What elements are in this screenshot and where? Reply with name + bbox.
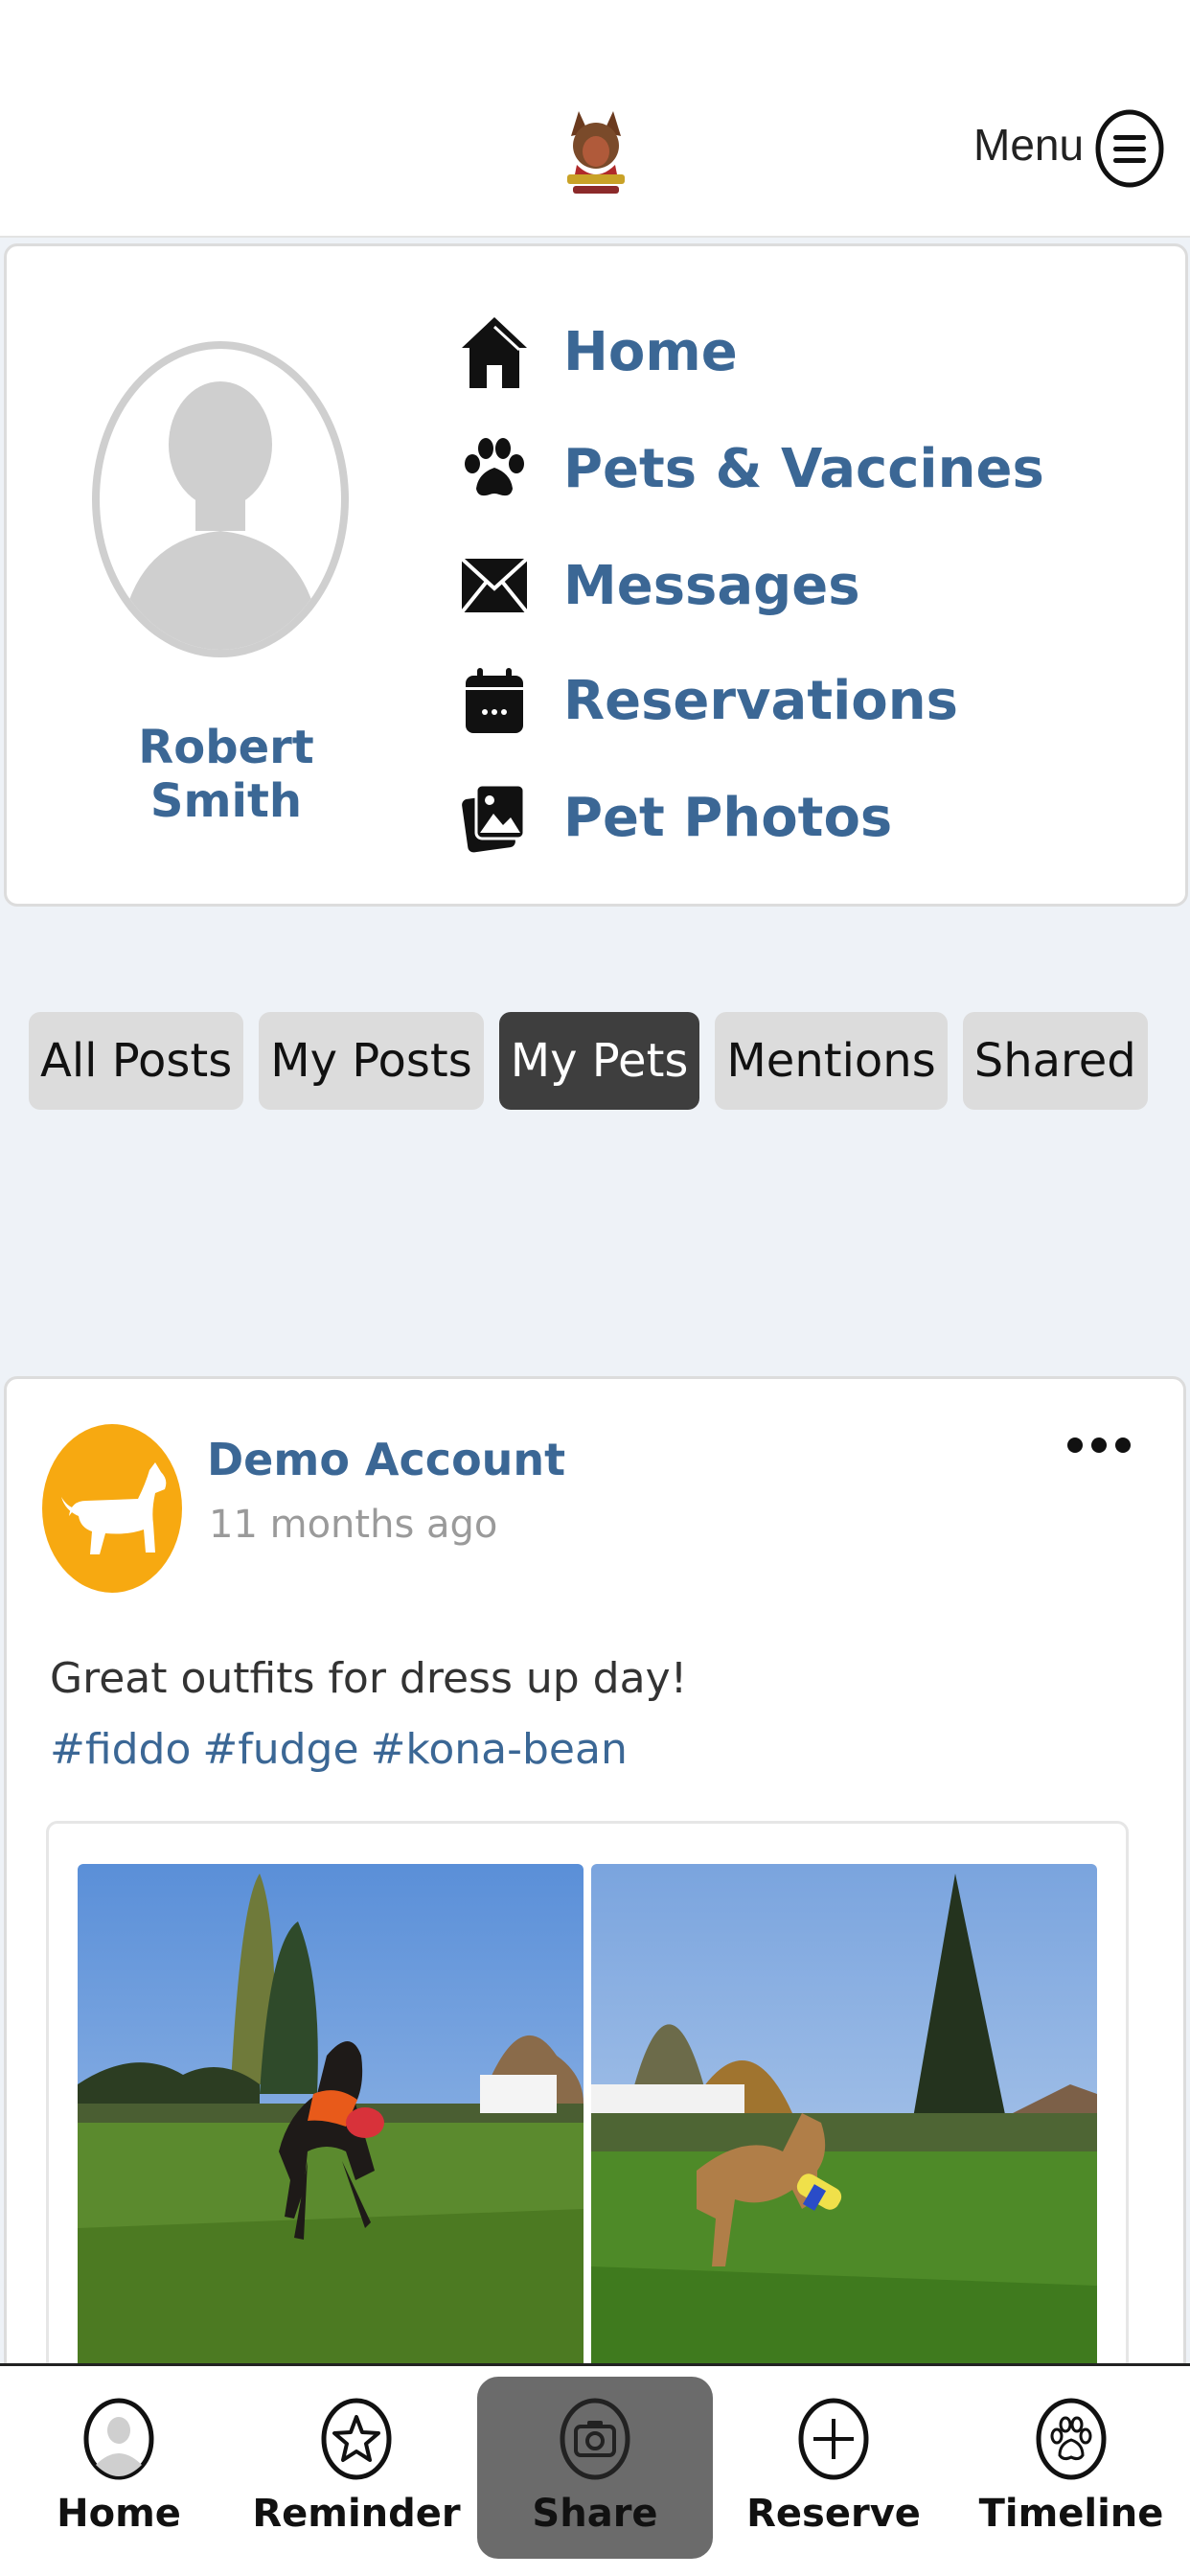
tab-timeline[interactable]: Timeline <box>956 2377 1186 2559</box>
chip-all-posts[interactable]: All Posts <box>29 1012 244 1110</box>
star-icon <box>321 2398 392 2480</box>
nav-label: Home <box>563 320 738 383</box>
chip-my-pets[interactable]: My Pets <box>498 1012 700 1110</box>
tab-home[interactable]: Home <box>4 2377 234 2559</box>
nav-item-reservations[interactable]: Reservations <box>458 657 1129 744</box>
hashtag[interactable]: #kona-bean <box>371 1725 628 1774</box>
nav-item-messages[interactable]: Messages <box>458 542 1129 629</box>
nav-item-home[interactable]: Home <box>458 309 1129 395</box>
nav-item-pet-photos[interactable]: Pet Photos <box>458 774 1129 861</box>
avatar[interactable] <box>92 341 349 657</box>
tab-reserve[interactable]: Reserve <box>719 2377 949 2559</box>
post-author-avatar[interactable] <box>42 1424 182 1593</box>
nav-label: Pet Photos <box>563 786 893 849</box>
post-timestamp: 11 months ago <box>209 1503 498 1547</box>
paw-circle-icon <box>1036 2398 1107 2480</box>
dog-icon <box>61 1462 167 1554</box>
tab-share[interactable]: Share <box>477 2377 713 2559</box>
salon-logo[interactable] <box>561 107 630 199</box>
camera-icon <box>560 2398 630 2480</box>
default-user-icon <box>119 381 322 650</box>
post-hashtags: #fiddo #fudge #kona-bean <box>50 1725 639 1774</box>
tab-reminder[interactable]: Reminder <box>241 2377 471 2559</box>
menu-icon[interactable] <box>1094 107 1165 190</box>
paw-icon <box>458 430 531 507</box>
tab-label: Home <box>57 2492 181 2536</box>
post-author-name[interactable]: Demo Account <box>207 1434 565 1485</box>
plus-circle-icon <box>798 2398 869 2480</box>
menu-label[interactable]: Menu <box>973 119 1084 171</box>
post-filter-chips: All Posts My Posts My Pets Mentions Shar… <box>29 1012 1163 1110</box>
tab-label: Timeline <box>978 2492 1164 2536</box>
nav-label: Reservations <box>563 669 958 732</box>
nav-label: Pets & Vaccines <box>563 437 1044 500</box>
nav-label: Messages <box>563 554 860 617</box>
photos-icon <box>458 779 531 856</box>
profile-name[interactable]: Robert Smith <box>92 721 360 828</box>
user-circle-icon <box>83 2398 154 2480</box>
chip-mentions[interactable]: Mentions <box>715 1012 948 1110</box>
hashtag[interactable]: #fiddo <box>50 1725 191 1774</box>
house-icon <box>458 313 531 390</box>
calendar-icon <box>458 662 531 739</box>
more-options-icon[interactable] <box>1065 1428 1133 1462</box>
chip-shared[interactable]: Shared <box>962 1012 1148 1110</box>
hashtag[interactable]: #fudge <box>202 1725 358 1774</box>
nav-item-pets-vaccines[interactable]: Pets & Vaccines <box>458 426 1129 512</box>
top-header: Menu <box>0 0 1190 238</box>
chip-my-posts[interactable]: My Posts <box>259 1012 484 1110</box>
post-text: Great outfits for dress up day! <box>50 1654 688 1703</box>
envelope-icon <box>458 547 531 624</box>
tab-label: Reminder <box>252 2492 461 2536</box>
tab-label: Share <box>532 2492 658 2536</box>
tab-label: Reserve <box>746 2492 921 2536</box>
